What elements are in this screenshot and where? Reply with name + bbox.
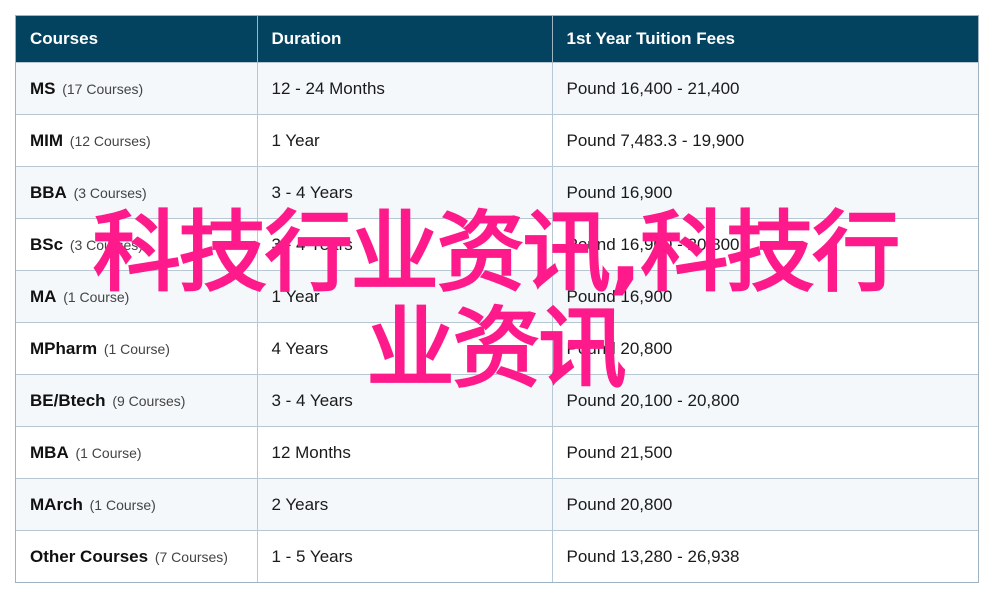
duration-cell: 12 - 24 Months [257,62,553,115]
course-name: MA [30,286,57,306]
course-cell: MIM (12 Courses) [16,114,258,167]
duration-cell: 2 Years [257,478,553,531]
duration-cell: 1 Year [257,114,553,167]
duration-cell: 1 - 5 Years [257,530,553,582]
course-cell: MArch (1 Course) [16,478,258,531]
course-count: (1 Course) [89,496,156,513]
course-count: (1 Course) [103,340,170,357]
course-cell: MA (1 Course) [16,270,258,323]
table-header: Courses Duration 1st Year Tuition Fees [16,16,978,63]
fee-cell: Pound 21,500 [552,426,978,479]
course-count: (1 Course) [75,444,142,461]
course-cell: Other Courses (7 Courses) [16,530,258,582]
duration-cell: 4 Years [257,322,553,375]
course-cell: MS (17 Courses) [16,62,258,115]
course-count: (7 Courses) [154,548,228,565]
duration-cell: 3 - 4 Years [257,374,553,427]
table-row: BSc (3 Courses) 3 - 4 Years Pound 16,900… [16,218,978,271]
fee-cell: Pound 16,400 - 21,400 [552,62,978,115]
fee-cell: Pound 7,483.3 - 19,900 [552,114,978,167]
fee-cell: Pound 20,800 [552,322,978,375]
course-cell: MBA (1 Course) [16,426,258,479]
fee-cell: Pound 16,900 [552,270,978,323]
duration-cell: 1 Year [257,270,553,323]
course-name: Other Courses [30,546,149,566]
course-cell: BE/Btech (9 Courses) [16,374,258,427]
course-count: (1 Course) [63,288,130,305]
header-row: Courses Duration 1st Year Tuition Fees [16,16,978,63]
course-cell: MPharm (1 Course) [16,322,258,375]
course-fees-table-container: Courses Duration 1st Year Tuition Fees M… [15,15,979,583]
course-name: MIM [30,130,64,150]
course-cell: BSc (3 Courses) [16,218,258,271]
course-count: (12 Courses) [69,132,151,149]
course-name: BBA [30,182,67,202]
table-row: MIM (12 Courses) 1 Year Pound 7,483.3 - … [16,114,978,167]
table-row: MA (1 Course) 1 Year Pound 16,900 [16,270,978,323]
table-row: MPharm (1 Course) 4 Years Pound 20,800 [16,322,978,375]
course-count: (9 Courses) [112,392,186,409]
course-name: BSc [30,234,64,254]
course-cell: BBA (3 Courses) [16,166,258,219]
course-count: (3 Courses) [69,236,143,253]
fee-cell: Pound 20,100 - 20,800 [552,374,978,427]
table-row: BE/Btech (9 Courses) 3 - 4 Years Pound 2… [16,374,978,427]
fee-cell: Pound 20,800 [552,478,978,531]
table-body: MS (17 Courses) 12 - 24 Months Pound 16,… [16,62,978,582]
course-count: (3 Courses) [73,184,147,201]
header-duration: Duration [257,16,553,63]
header-tuition-fees: 1st Year Tuition Fees [552,16,978,63]
course-fees-table: Courses Duration 1st Year Tuition Fees M… [16,16,978,582]
table-row: MS (17 Courses) 12 - 24 Months Pound 16,… [16,62,978,115]
course-count: (17 Courses) [62,80,144,97]
course-name: MS [30,78,56,98]
fee-cell: Pound 16,900 [552,166,978,219]
table-row: MBA (1 Course) 12 Months Pound 21,500 [16,426,978,479]
fee-cell: Pound 16,900 - 20,800 [552,218,978,271]
table-row: Other Courses (7 Courses) 1 - 5 Years Po… [16,530,978,582]
duration-cell: 12 Months [257,426,553,479]
course-name: BE/Btech [30,390,106,410]
course-name: MPharm [30,338,98,358]
course-name: MBA [30,442,69,462]
table-row: MArch (1 Course) 2 Years Pound 20,800 [16,478,978,531]
table-row: BBA (3 Courses) 3 - 4 Years Pound 16,900 [16,166,978,219]
course-name: MArch [30,494,83,514]
fee-cell: Pound 13,280 - 26,938 [552,530,978,582]
duration-cell: 3 - 4 Years [257,218,553,271]
duration-cell: 3 - 4 Years [257,166,553,219]
header-courses: Courses [16,16,258,63]
